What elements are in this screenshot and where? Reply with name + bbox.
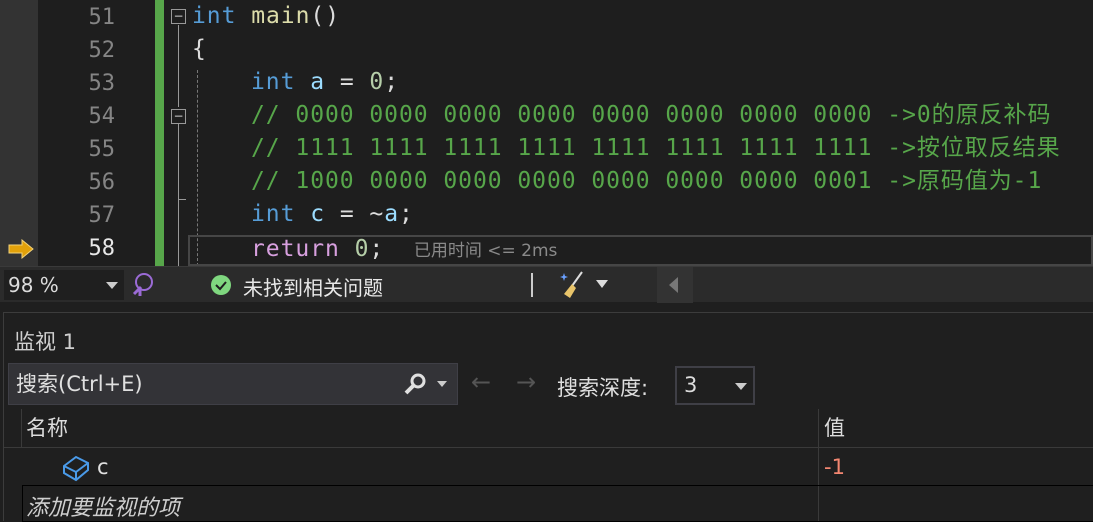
line-number: 57 — [88, 203, 116, 228]
column-header-name[interactable]: 名称 — [26, 409, 68, 447]
watch-item-name: c — [97, 455, 109, 479]
code-line: int a = 0; — [251, 69, 400, 95]
chevron-down-icon — [735, 383, 747, 390]
line-number: 54 — [88, 104, 116, 129]
add-watch-item-input[interactable]: 添加要监视的项 — [22, 485, 1093, 522]
code-comment: // 0000 0000 0000 0000 0000 0000 0000 00… — [251, 102, 1052, 128]
intellicode-icon[interactable] — [131, 272, 155, 298]
cleanup-dropdown-icon[interactable] — [596, 280, 608, 288]
search-back-arrow-icon[interactable]: ← — [471, 368, 491, 396]
fold-guide — [178, 25, 179, 107]
panel-title: 监视 1 — [14, 330, 77, 354]
scroll-left-button[interactable] — [657, 267, 693, 303]
code-line: return 0; 已用时间 <= 2ms — [251, 236, 558, 262]
line-number: 51 — [88, 5, 116, 30]
watch-item-value[interactable]: -1 — [824, 455, 845, 479]
watch-row[interactable]: c -1 — [4, 449, 1093, 485]
code-line: { — [192, 36, 207, 62]
add-watch-placeholder: 添加要监视的项 — [26, 496, 181, 521]
search-icon[interactable] — [403, 372, 427, 396]
line-number-current: 58 — [88, 236, 116, 261]
search-placeholder: 搜索(Ctrl+E) — [16, 372, 143, 396]
collapse-toggle-icon[interactable]: − — [171, 9, 186, 24]
line-number: 52 — [88, 38, 116, 63]
change-tracking-bar — [155, 0, 164, 266]
code-line: int c = ~a; — [251, 201, 414, 227]
fold-guide — [178, 124, 179, 266]
search-depth-dropdown[interactable]: 3 — [675, 366, 755, 405]
code-comment: // 1111 1111 1111 1111 1111 1111 1111 11… — [251, 135, 1061, 161]
breakpoint-margin[interactable] — [0, 0, 38, 266]
variable-icon — [63, 455, 89, 482]
code-line: int main() — [192, 3, 341, 29]
watch-search-input[interactable]: 搜索(Ctrl+E) — [8, 363, 458, 405]
code-editor[interactable]: 51 52 53 54 55 56 57 58 − − int main() {… — [0, 0, 1093, 266]
editor-status-bar: 98 % 未找到相关问题 — [0, 266, 1093, 303]
search-options-dropdown-icon[interactable] — [437, 381, 447, 387]
line-number: 53 — [88, 71, 116, 96]
zoom-dropdown[interactable]: 98 % — [4, 270, 124, 300]
check-circle-icon — [211, 275, 231, 295]
chevron-left-icon — [669, 277, 678, 293]
search-forward-arrow-icon[interactable]: → — [516, 368, 536, 396]
issues-status[interactable]: 未找到相关问题 — [243, 272, 383, 301]
code-comment: // 1000 0000 0000 0000 0000 0000 0000 00… — [251, 168, 1043, 194]
collapse-toggle-icon[interactable]: − — [171, 109, 186, 124]
search-depth-value: 3 — [684, 373, 698, 397]
watch-panel: 监视 1 搜索(Ctrl+E) ← → 搜索深度: 3 名称 值 c -1 添加… — [3, 312, 1093, 522]
current-statement-arrow-icon — [8, 239, 34, 259]
column-header-value[interactable]: 值 — [824, 409, 845, 447]
code-cleanup-broom-icon[interactable] — [560, 270, 588, 300]
line-number: 56 — [88, 170, 116, 195]
search-depth-label: 搜索深度: — [557, 376, 649, 400]
chevron-down-icon — [106, 282, 118, 289]
elapsed-time-hint: 已用时间 <= 2ms — [413, 241, 558, 261]
line-number: 55 — [88, 137, 116, 162]
zoom-value: 98 % — [8, 273, 59, 297]
